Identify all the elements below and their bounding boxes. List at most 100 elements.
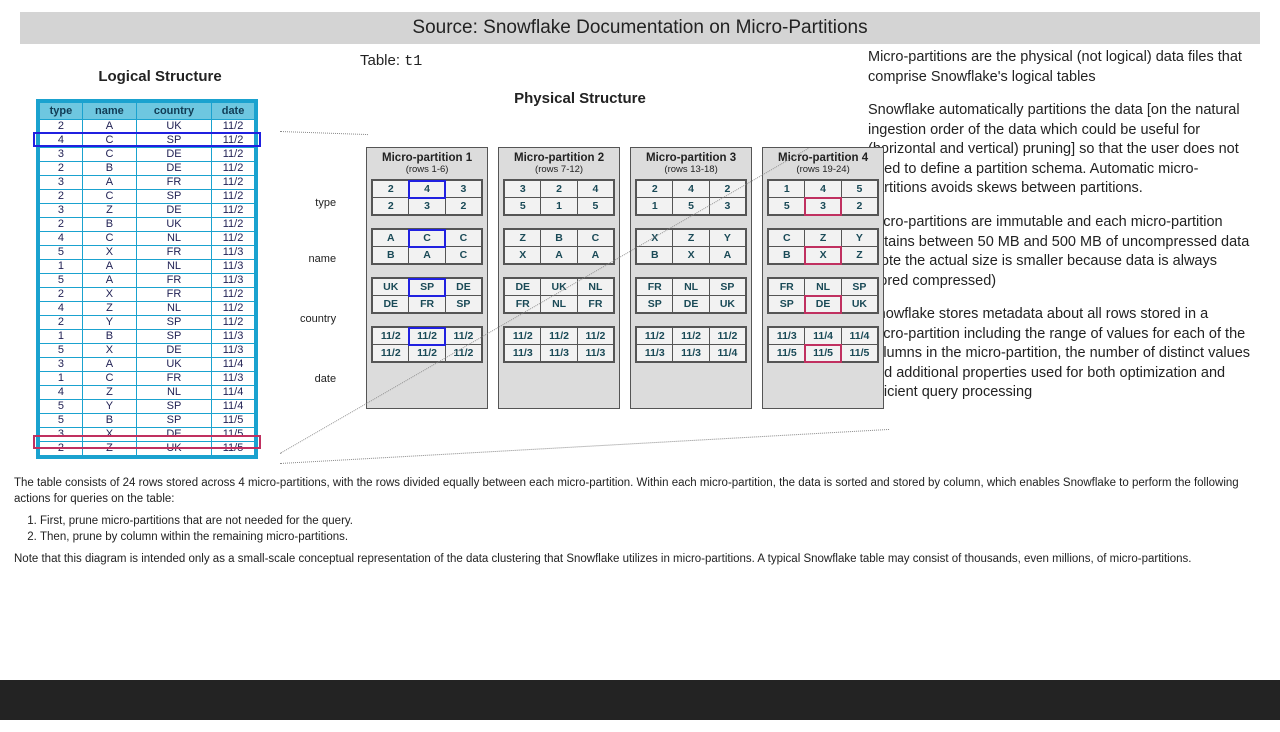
mp-cell: 5 — [577, 198, 613, 215]
logical-row: 4CSP11/2 — [40, 134, 255, 148]
logical-cell: 11/3 — [212, 274, 255, 288]
micro-partition-card: Micro-partition 2(rows 7-12)324515ZBCXAA… — [498, 147, 620, 409]
mp-block: 11/311/411/411/511/511/5 — [767, 326, 879, 363]
explanation-paragraph: Micro-partitions are immutable and each … — [868, 213, 1250, 291]
mp-cell: Y — [841, 230, 877, 247]
logical-cell: A — [82, 358, 136, 372]
logical-heading: Logical Structure — [20, 68, 300, 85]
logical-cell: Y — [82, 400, 136, 414]
mp-cell: FR — [409, 296, 445, 313]
row-label: country — [300, 289, 340, 349]
mp-cell: FR — [769, 279, 805, 296]
logical-cell: 2 — [40, 218, 83, 232]
mp-cell: B — [373, 247, 409, 264]
mp-title: Micro-partition 3 — [635, 152, 747, 164]
logical-cell: 2 — [40, 316, 83, 330]
mp-subtitle: (rows 7-12) — [503, 164, 615, 175]
logical-cell: 11/2 — [212, 176, 255, 190]
mp-cell: 2 — [841, 198, 877, 215]
logical-cell: 11/3 — [212, 344, 255, 358]
mp-cell: X — [505, 247, 541, 264]
logical-cell: NL — [136, 232, 211, 246]
logical-cell: 11/2 — [212, 288, 255, 302]
mp-cell: 4 — [805, 181, 841, 198]
mp-cell: 3 — [709, 198, 745, 215]
logical-table: typenamecountrydate2AUK11/24CSP11/23CDE1… — [36, 99, 258, 459]
table-caption: Table: t1 — [360, 52, 860, 70]
logical-cell: 11/2 — [212, 148, 255, 162]
logical-cell: 11/5 — [212, 414, 255, 428]
table-name: t1 — [404, 53, 422, 70]
logical-cell: 5 — [40, 246, 83, 260]
mp-cell: UK — [373, 279, 409, 296]
micro-partition-card: Micro-partition 1(rows 1-6)243232ACCBACU… — [366, 147, 488, 409]
mp-cell: B — [541, 230, 577, 247]
logical-cell: C — [82, 232, 136, 246]
mp-cell: DE — [805, 296, 841, 313]
footer-li2: Then, prune by column within the remaini… — [40, 529, 1266, 545]
mp-block: XZYBXA — [635, 228, 747, 265]
logical-cell: SP — [136, 190, 211, 204]
mp-cell: SP — [637, 296, 673, 313]
mp-cell: NL — [805, 279, 841, 296]
mp-subtitle: (rows 19-24) — [767, 164, 879, 175]
logical-cell: 11/2 — [212, 162, 255, 176]
logical-cell: 11/3 — [212, 260, 255, 274]
mp-cell: 3 — [409, 198, 445, 215]
logical-cell: 11/2 — [212, 120, 255, 134]
explanation-paragraph: Snowflake stores metadata about all rows… — [868, 305, 1250, 403]
logical-cell: X — [82, 246, 136, 260]
mp-cell: 4 — [577, 181, 613, 198]
logical-cell: UK — [136, 218, 211, 232]
logical-cell: 4 — [40, 232, 83, 246]
mp-cell: C — [445, 230, 481, 247]
mp-cell: 1 — [769, 181, 805, 198]
logical-cell: B — [82, 330, 136, 344]
logical-row: 2YSP11/2 — [40, 316, 255, 330]
explanation-paragraph: Snowflake automatically partitions the d… — [868, 101, 1250, 199]
mp-cell: 11/3 — [505, 345, 541, 362]
mp-cell: 11/2 — [709, 328, 745, 345]
logical-row: 1CFR11/3 — [40, 372, 255, 386]
mp-block: 11/211/211/211/311/311/3 — [503, 326, 615, 363]
mp-cell: C — [769, 230, 805, 247]
mp-cell: DE — [373, 296, 409, 313]
mp-cell: Z — [505, 230, 541, 247]
mp-cell: 11/2 — [373, 328, 409, 345]
mp-subtitle: (rows 1-6) — [371, 164, 483, 175]
mp-cell: A — [541, 247, 577, 264]
mp-cell: 11/2 — [409, 345, 445, 362]
logical-cell: 2 — [40, 120, 83, 134]
logical-row: 2ZUK11/5 — [40, 442, 255, 456]
logical-cell: X — [82, 288, 136, 302]
mp-cell: C — [577, 230, 613, 247]
connector-line — [280, 429, 889, 464]
logical-cell: C — [82, 148, 136, 162]
logical-row: 1ANL11/3 — [40, 260, 255, 274]
mp-cell: UK — [709, 296, 745, 313]
mp-cell: A — [409, 247, 445, 264]
physical-heading: Physical Structure — [300, 90, 860, 107]
micro-partition-row: Micro-partition 1(rows 1-6)243232ACCBACU… — [366, 147, 884, 409]
mp-cell: SP — [445, 296, 481, 313]
mp-cell: DE — [505, 279, 541, 296]
logical-cell: C — [82, 372, 136, 386]
mp-cell: X — [805, 247, 841, 264]
mp-title: Micro-partition 2 — [503, 152, 615, 164]
logical-cell: 3 — [40, 176, 83, 190]
mp-subtitle: (rows 13-18) — [635, 164, 747, 175]
logical-cell: DE — [136, 162, 211, 176]
logical-row: 2CSP11/2 — [40, 190, 255, 204]
logical-cell: 2 — [40, 162, 83, 176]
logical-cell: DE — [136, 204, 211, 218]
mp-cell: A — [373, 230, 409, 247]
mp-block: UKSPDEDEFRSP — [371, 277, 483, 314]
footer-list: First, prune micro-partitions that are n… — [40, 513, 1266, 545]
logical-row: 5BSP11/5 — [40, 414, 255, 428]
mp-block: 324515 — [503, 179, 615, 216]
mp-cell: 11/2 — [409, 328, 445, 345]
logical-row: 2BUK11/2 — [40, 218, 255, 232]
logical-cell: UK — [136, 358, 211, 372]
mp-cell: 11/4 — [805, 328, 841, 345]
logical-cell: 11/5 — [212, 442, 255, 456]
